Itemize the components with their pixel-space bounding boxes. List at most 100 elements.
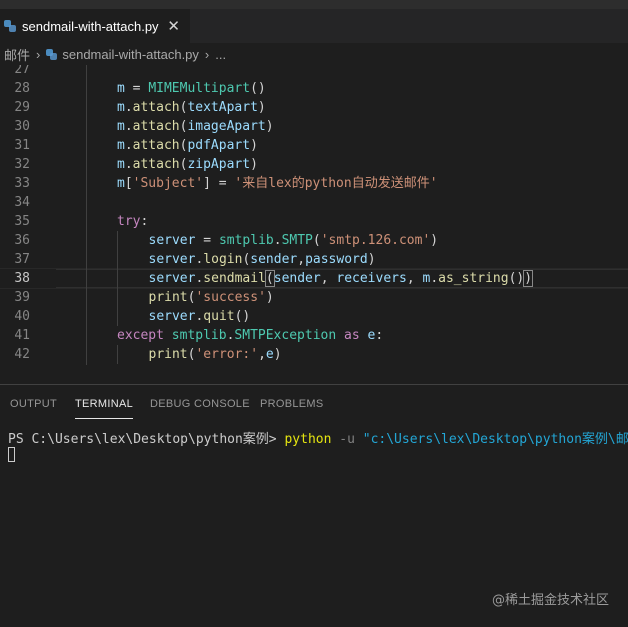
code-token: ,: [297, 252, 306, 267]
code-token: password: [305, 252, 368, 267]
terminal-cursor: [8, 447, 15, 462]
code-token: ): [523, 270, 534, 287]
code-text: print('success'): [149, 288, 274, 307]
line-number: 41: [14, 328, 30, 343]
code-token: .: [124, 100, 133, 115]
code-line[interactable]: 39 print('success'): [0, 288, 628, 307]
code-token: server: [148, 309, 196, 324]
code-line[interactable]: 36 server = smtplib.SMTP('smtp.126.com'): [0, 231, 628, 250]
terminal-command: python: [284, 432, 332, 447]
indent-guide: [86, 65, 87, 365]
line-number: 39: [14, 290, 30, 305]
code-text: server.quit(): [149, 307, 251, 326]
code-text: print('error:',e): [149, 345, 282, 364]
code-line[interactable]: 30 m.attach(imageApart): [0, 117, 628, 136]
code-token: 'smtp.126.com': [320, 233, 431, 248]
line-number: 30: [14, 119, 30, 134]
breadcrumb-tail[interactable]: ...: [215, 47, 226, 62]
code-token: 'Subject': [132, 176, 204, 191]
code-token: ] =: [203, 176, 235, 191]
code-token: sendmail: [203, 271, 266, 286]
code-token: attach: [132, 157, 180, 172]
code-token: 'success': [195, 290, 266, 305]
code-token: MIMEMultipart: [148, 81, 251, 96]
code-token: .: [124, 119, 133, 134]
code-token: .: [195, 271, 204, 286]
code-token: ): [367, 252, 376, 267]
code-line[interactable]: 34: [0, 193, 628, 212]
code-token: ,: [406, 271, 423, 286]
code-token: login: [203, 252, 243, 267]
breadcrumb-folder[interactable]: 邮件: [4, 45, 30, 64]
code-line[interactable]: 40 server.quit(): [0, 307, 628, 326]
tab-terminal[interactable]: TERMINAL: [75, 398, 134, 419]
code-token: ): [250, 157, 258, 172]
code-token: (: [312, 233, 321, 248]
code-token: (): [234, 309, 251, 324]
code-token: attach: [132, 119, 180, 134]
code-token: server: [148, 252, 196, 267]
tab-output[interactable]: OUTPUT: [10, 398, 57, 410]
close-icon[interactable]: ✕: [167, 17, 180, 35]
code-line[interactable]: 38 server.sendmail(sender, receivers, m.a…: [0, 268, 628, 289]
code-token: print: [148, 290, 188, 305]
line-number: 29: [14, 100, 30, 115]
code-token: receivers: [336, 271, 407, 286]
code-token: as: [344, 328, 360, 343]
code-token: imageApart: [187, 119, 266, 134]
line-number: 34: [14, 195, 30, 210]
tab-sendmail-with-attach[interactable]: sendmail-with-attach.py ✕: [0, 9, 190, 43]
code-token: .: [430, 271, 439, 286]
editor-tab-bar: sendmail-with-attach.py ✕: [0, 9, 628, 43]
code-text: except smtplib.SMTPException as e:: [117, 326, 383, 345]
code-token: ): [265, 119, 274, 134]
code-token: .: [124, 157, 133, 172]
terminal-prompt: PS C:\Users\lex\Desktop\python案例>: [8, 432, 285, 447]
code-token: :: [140, 214, 149, 229]
code-line[interactable]: 27: [0, 65, 628, 79]
breadcrumb-file[interactable]: sendmail-with-attach.py: [62, 47, 199, 62]
code-text: try:: [117, 212, 148, 231]
code-line[interactable]: 42 print('error:',e): [0, 345, 628, 364]
line-number: 36: [14, 233, 30, 248]
code-token: server: [148, 271, 196, 286]
code-token: ): [430, 233, 439, 248]
code-line[interactable]: 41 except smtplib.SMTPException as e:: [0, 326, 628, 345]
tab-problems[interactable]: PROBLEMS: [260, 398, 324, 410]
code-line[interactable]: 37 server.login(sender,password): [0, 250, 628, 269]
code-line[interactable]: 35 try:: [0, 212, 628, 231]
code-token: (): [250, 81, 266, 96]
code-token: :: [375, 328, 384, 343]
code-token: m: [422, 271, 431, 286]
line-number: 33: [14, 176, 30, 191]
code-token: 'error:': [195, 347, 259, 362]
code-token: m: [117, 157, 125, 172]
code-line[interactable]: 32 m.attach(zipApart): [0, 155, 628, 174]
code-text: server.sendmail(sender, receivers, m.as_…: [148, 269, 534, 288]
code-token: smtplib: [218, 233, 274, 248]
chevron-right-icon: ›: [36, 46, 41, 62]
code-token: sender: [250, 252, 298, 267]
code-token: textApart: [187, 100, 258, 115]
code-token: ,: [258, 347, 266, 362]
code-line[interactable]: 29 m.attach(textApart): [0, 98, 628, 117]
code-line[interactable]: 31 m.attach(pdfApart): [0, 136, 628, 155]
line-number: 28: [14, 81, 30, 96]
code-line[interactable]: 33 m['Subject'] = '来自lex的python自动发送邮件': [0, 174, 628, 193]
code-token: zipApart: [187, 157, 251, 172]
code-text: m.attach(textApart): [117, 98, 266, 117]
line-number: 42: [14, 347, 30, 362]
code-token: SMTP: [281, 233, 313, 248]
breadcrumb: 邮件 › sendmail-with-attach.py › ...: [0, 43, 628, 65]
code-line[interactable]: 28 m = MIMEMultipart(): [0, 79, 628, 98]
tab-debug-console[interactable]: DEBUG CONSOLE: [150, 398, 250, 410]
code-token: except: [117, 328, 164, 343]
code-token: m: [117, 81, 125, 96]
code-token: SMTPException: [234, 328, 337, 343]
code-editor[interactable]: 27 28 m = MIMEMultipart() 29 m.attach(textAp…: [0, 65, 628, 383]
code-text: server.login(sender,password): [149, 250, 376, 269]
code-text: m = MIMEMultipart(): [117, 79, 266, 98]
code-token: ): [257, 100, 266, 115]
